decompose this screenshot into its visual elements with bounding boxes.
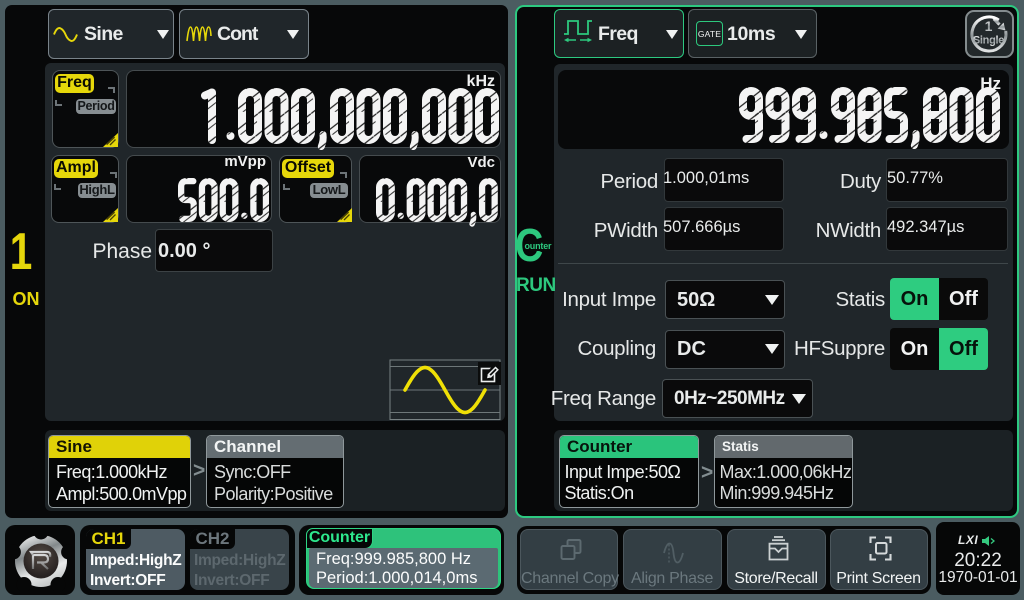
svg-text:1: 1 xyxy=(985,18,993,34)
svg-text:Single: Single xyxy=(973,35,1004,47)
